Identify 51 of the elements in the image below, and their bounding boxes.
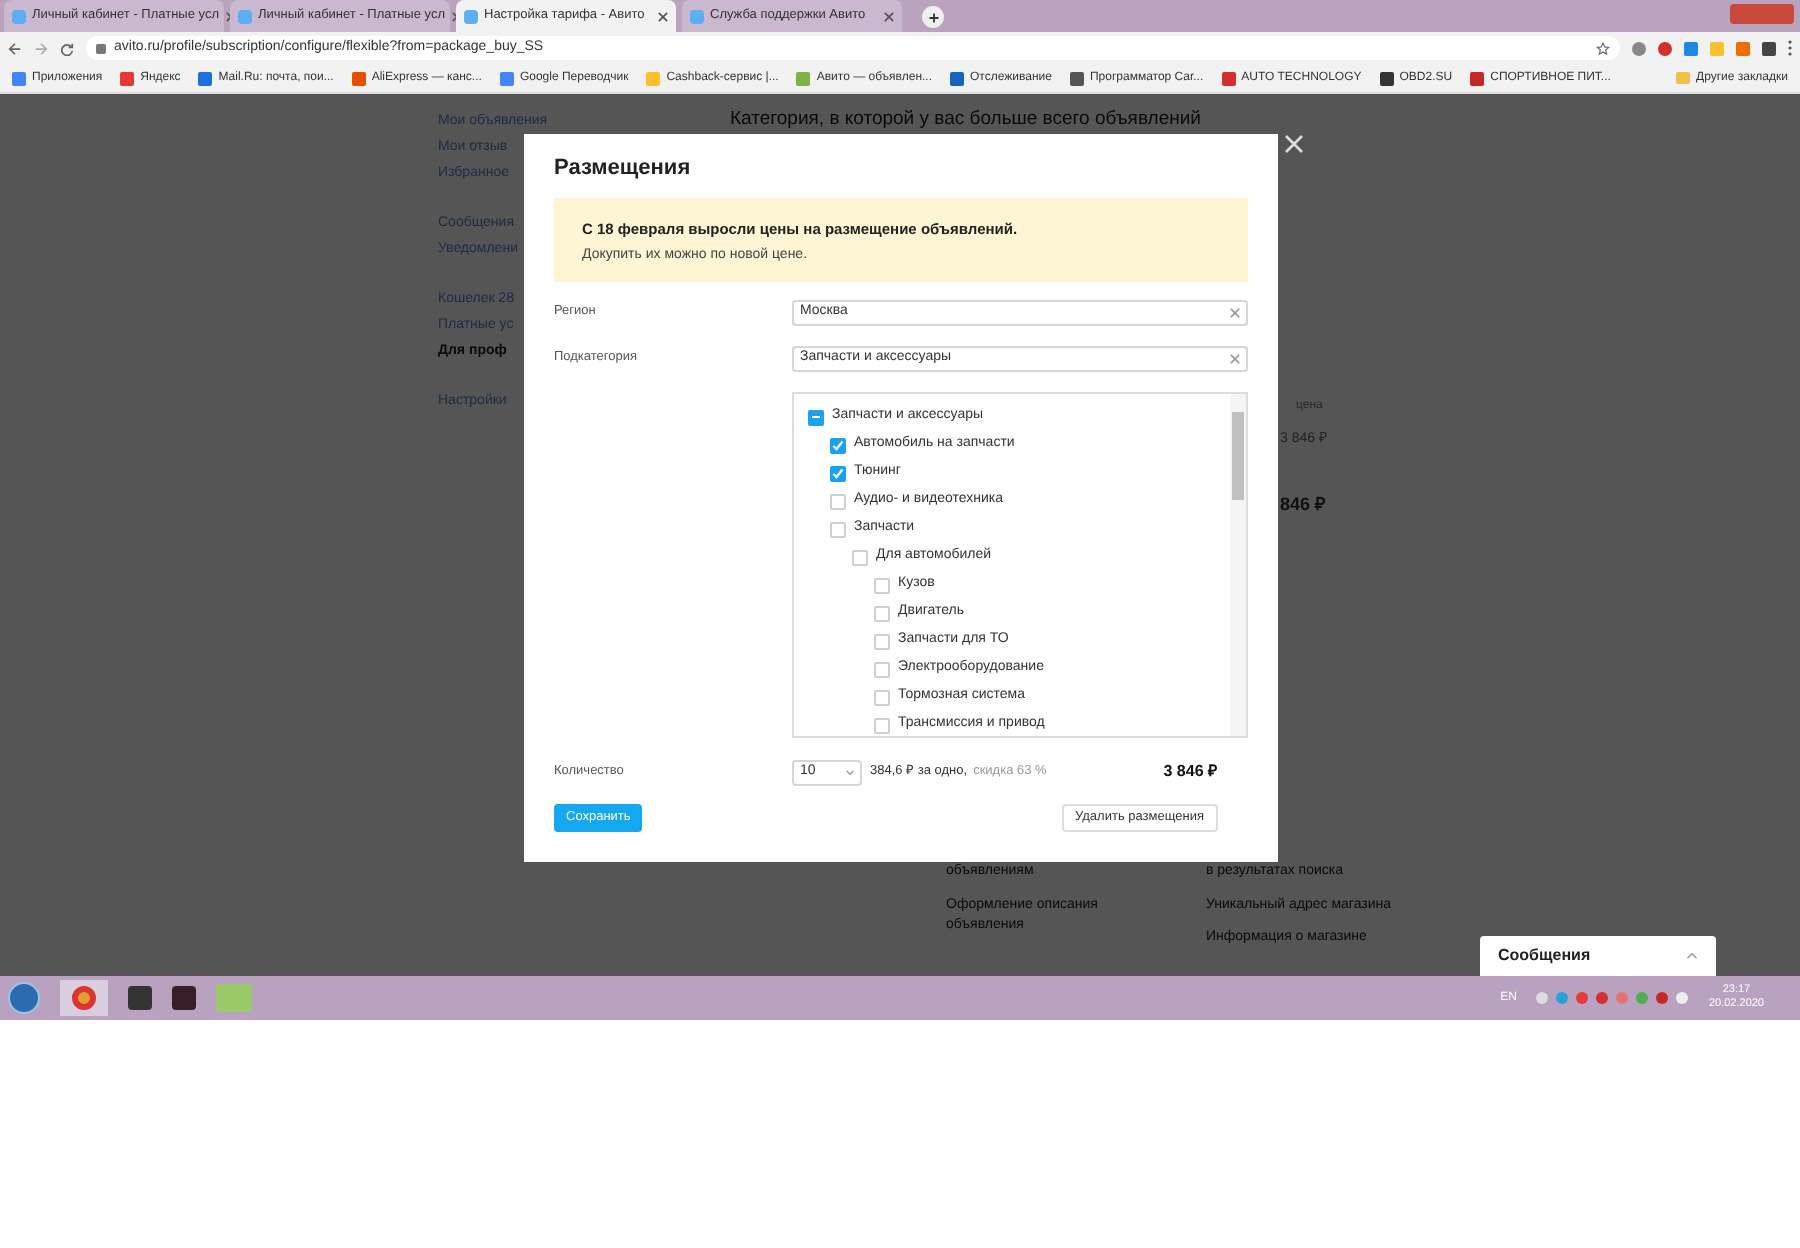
- checkbox[interactable]: [852, 549, 868, 565]
- chevron-up-icon: [1686, 952, 1698, 960]
- app-icon[interactable]: [172, 986, 196, 1010]
- checkbox[interactable]: [874, 577, 890, 593]
- dialog-title: Размещения: [554, 154, 693, 184]
- checkbox[interactable]: [874, 689, 890, 705]
- favicon-icon: [1069, 71, 1084, 85]
- browser-icon[interactable]: [60, 980, 108, 1016]
- favicon-icon: [351, 71, 366, 85]
- clear-icon[interactable]: [1230, 307, 1240, 317]
- start-icon[interactable]: [8, 982, 40, 1014]
- favicon-icon: [646, 71, 661, 85]
- checkbox[interactable]: [830, 493, 846, 509]
- chevron-down-icon: [846, 769, 854, 775]
- favicon-icon: [238, 9, 252, 23]
- checkbox[interactable]: [874, 717, 890, 733]
- forward-icon[interactable]: [34, 41, 48, 55]
- checkbox[interactable]: [830, 521, 846, 537]
- app-icon[interactable]: [128, 986, 152, 1010]
- checkbox[interactable]: [874, 605, 890, 621]
- folder-icon: [1676, 72, 1691, 84]
- favicon-icon: [950, 71, 965, 85]
- checkbox[interactable]: [808, 409, 824, 425]
- checkbox[interactable]: [830, 465, 846, 481]
- favicon-icon: [198, 71, 213, 85]
- scrollbar-thumb[interactable]: [1232, 411, 1244, 499]
- favicon-icon: [690, 9, 704, 23]
- scrollbar[interactable]: [1230, 393, 1246, 735]
- new-tab-button[interactable]: [922, 6, 944, 28]
- favicon-icon: [120, 71, 135, 85]
- checkbox[interactable]: [874, 633, 890, 649]
- total-price: 3 846 ₽: [1163, 760, 1218, 784]
- favicon-icon: [1221, 71, 1236, 85]
- clear-icon[interactable]: [1230, 353, 1240, 363]
- star-icon[interactable]: [1596, 41, 1610, 55]
- favicon-icon: [499, 71, 514, 85]
- favicon-icon: [12, 9, 26, 23]
- checkbox[interactable]: [874, 661, 890, 677]
- favicon-icon: [464, 9, 478, 23]
- favicon-icon: [796, 71, 811, 85]
- messages-widget[interactable]: Сообщения: [1480, 936, 1716, 976]
- favicon-icon: [1379, 71, 1394, 85]
- favicon-icon: [12, 71, 26, 85]
- plus-icon: [927, 11, 939, 23]
- reload-icon[interactable]: [60, 41, 74, 55]
- lock-icon: [96, 43, 106, 53]
- page-heading: Категория, в которой у вас больше всего объявлений: [730, 108, 1203, 130]
- back-icon[interactable]: [8, 41, 22, 55]
- favicon-icon: [1470, 71, 1485, 85]
- total-price: 846 ₽: [1280, 491, 1328, 517]
- checkbox[interactable]: [830, 437, 846, 453]
